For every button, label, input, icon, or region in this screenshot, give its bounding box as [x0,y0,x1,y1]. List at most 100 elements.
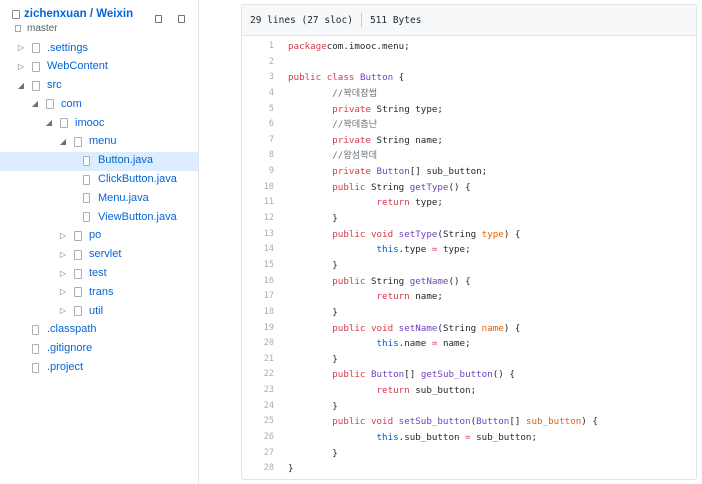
tree-file-row[interactable]: ClickButton.java [0,171,198,190]
caret-down-icon[interactable]: ◢ [59,137,67,147]
line-number[interactable]: 12 [242,211,274,227]
caret-right-icon[interactable]: ▷ [59,269,67,279]
tree-file-row[interactable]: Menu.java [0,189,198,208]
tree-item-label[interactable]: po [89,229,101,241]
tree-folder-row[interactable]: ▷ WebContent [0,58,198,77]
line-number[interactable]: 19 [242,321,274,337]
tree-folder-row[interactable]: ▷ po [0,227,198,246]
file-icon [83,174,90,185]
code-line: 19 public void setName(String name) { [242,321,696,337]
tree-item-label[interactable]: menu [89,135,117,147]
tree-folder-row[interactable]: ▷ util [0,302,198,321]
line-number[interactable]: 25 [242,414,274,430]
caret-down-icon[interactable]: ◢ [17,81,25,91]
code-line: 25 public void setSub_button(Button[] su… [242,414,696,430]
line-number[interactable]: 23 [242,383,274,399]
caret-right-icon[interactable]: ▷ [59,287,67,297]
tree-item-label[interactable]: .gitignore [47,342,92,354]
line-number[interactable]: 8 [242,148,274,164]
tree-file-row[interactable]: .classpath [0,321,198,340]
code-token: setName [398,322,438,334]
caret-down-icon[interactable]: ◢ [45,118,53,128]
code-token: type; [409,197,443,209]
folder-icon [74,287,82,298]
line-number[interactable]: 24 [242,399,274,415]
code-token: sub_button; [470,432,537,444]
file-icon [83,193,90,204]
repo-header: zichenxuan / Weixin master [0,0,199,38]
tree-item-label[interactable]: .project [47,361,83,373]
tree-file-row[interactable]: Button.java [0,151,198,171]
line-number[interactable]: 1 [242,39,274,55]
tree-folder-row[interactable]: ▷ trans [0,283,198,302]
caret-right-icon[interactable]: ▷ [59,250,67,260]
repo-title-link[interactable]: zichenxuan / Weixin [24,8,133,20]
code-token: private [332,103,371,115]
line-number[interactable]: 18 [242,305,274,321]
tree-folder-row[interactable]: ▷ .settings [0,39,198,58]
tree-folder-row[interactable]: ◢ com [0,95,198,114]
line-number[interactable]: 26 [242,430,274,446]
line-number[interactable]: 2 [242,55,274,71]
caret-right-icon[interactable]: ▷ [17,62,25,72]
code-text: this.sub_button = sub_button; [288,430,537,446]
tree-folder-row[interactable]: ▷ test [0,265,198,284]
line-number[interactable]: 14 [242,242,274,258]
tree-item-label[interactable]: Button.java [98,154,153,166]
caret-right-icon[interactable]: ▷ [59,231,67,241]
line-number[interactable]: 9 [242,164,274,180]
tree-file-row[interactable]: ViewButton.java [0,208,198,227]
line-number[interactable]: 13 [242,227,274,243]
line-number[interactable]: 22 [242,367,274,383]
line-number[interactable]: 27 [242,446,274,462]
tree-item-label[interactable]: WebContent [47,60,108,72]
repo-owner[interactable]: zichenxuan [24,8,87,20]
tree-folder-row[interactable]: ◢ imooc [0,114,198,133]
caret-down-icon[interactable]: ◢ [31,99,39,109]
line-number[interactable]: 6 [242,117,274,133]
line-number[interactable]: 3 [242,70,274,86]
tree-item-label[interactable]: .settings [47,42,88,54]
line-number[interactable]: 28 [242,461,274,477]
line-number[interactable]: 5 [242,102,274,118]
line-number[interactable]: 10 [242,180,274,196]
tree-item-label[interactable]: servlet [89,248,121,260]
settings-icon[interactable] [178,15,185,23]
code-token: (String [437,228,482,240]
caret-right-icon[interactable]: ▷ [17,43,25,53]
tree-item-label[interactable]: util [89,305,103,317]
pin-icon[interactable] [155,15,162,23]
caret-right-icon[interactable]: ▷ [59,306,67,316]
tree-item-label[interactable]: imooc [75,117,104,129]
tree-item-label[interactable]: ViewButton.java [98,211,177,223]
branch-name[interactable]: master [27,23,58,34]
code-line: 17 return name; [242,289,696,305]
line-number[interactable]: 4 [242,86,274,102]
repo-name[interactable]: Weixin [96,8,133,20]
tree-file-row[interactable]: .gitignore [0,340,198,359]
tree-item-label[interactable]: Menu.java [98,192,149,204]
tree-file-row[interactable]: .project [0,359,198,378]
code-line: 20 this.name = name; [242,336,696,352]
code-token: getType [409,181,449,193]
line-number[interactable]: 21 [242,352,274,368]
line-number[interactable]: 20 [242,336,274,352]
line-number[interactable]: 17 [242,289,274,305]
line-number[interactable]: 15 [242,258,274,274]
line-number[interactable]: 11 [242,195,274,211]
code-line: 24 } [242,399,696,415]
tree-item-label[interactable]: test [89,267,107,279]
tree-item-label[interactable]: ClickButton.java [98,173,177,185]
line-number[interactable]: 7 [242,133,274,149]
tree-item-label[interactable]: trans [89,286,113,298]
tree-item-label[interactable]: com [61,98,82,110]
tree-item-label[interactable]: .classpath [47,323,97,335]
code-token: [] sub_button; [409,166,488,178]
tree-folder-row[interactable]: ▷ servlet [0,246,198,265]
line-number[interactable]: 16 [242,274,274,290]
tree-folder-row[interactable]: ◢ src [0,77,198,96]
tree-item-label[interactable]: src [47,79,62,91]
tree-folder-row[interactable]: ◢ menu [0,133,198,152]
